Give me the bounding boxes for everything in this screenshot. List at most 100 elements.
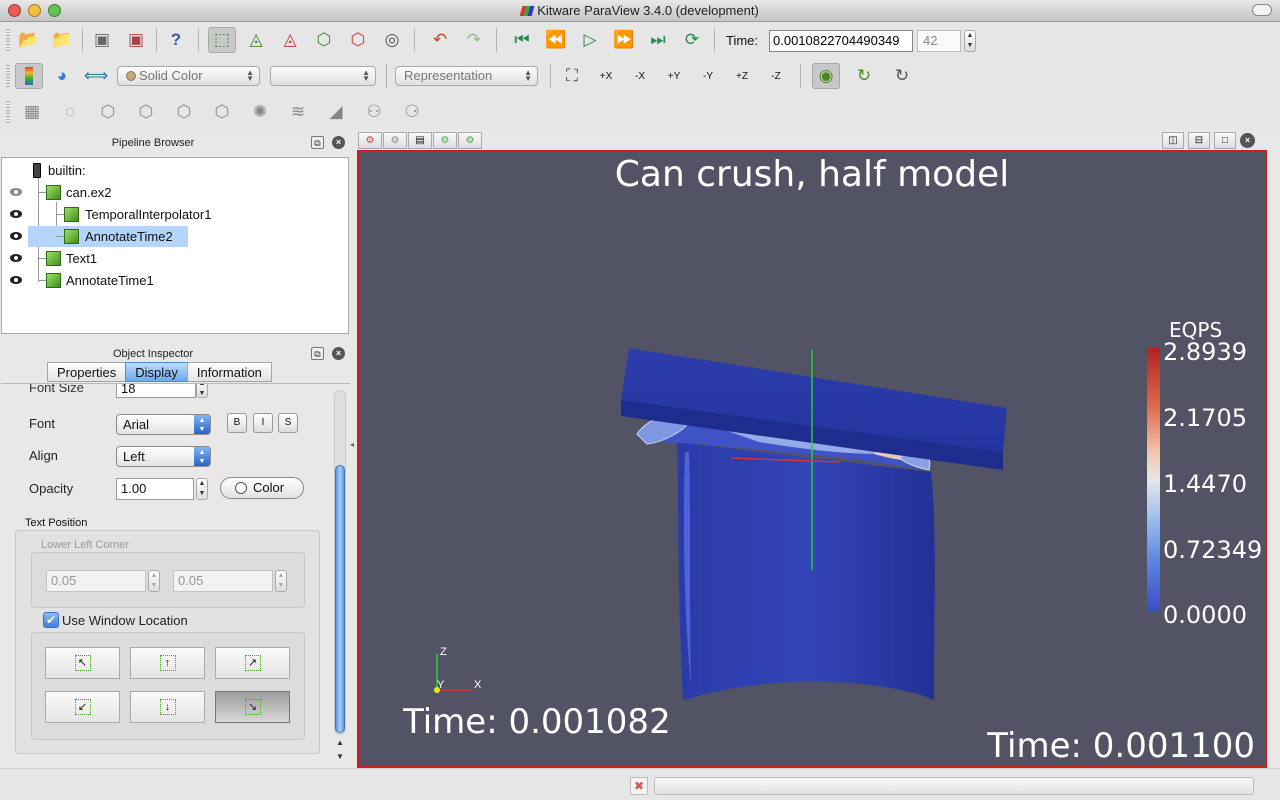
lower-left-x-stepper[interactable]: ▲ ▼	[148, 570, 160, 592]
font-size-input[interactable]: 18	[116, 384, 196, 398]
view-camera-button[interactable]: ⚙	[358, 132, 382, 149]
undo-button[interactable]: ↶	[426, 27, 454, 53]
scrollbar-thumb[interactable]	[335, 465, 345, 733]
view-lookmark-button[interactable]: ⚙	[383, 132, 407, 149]
select-block-button[interactable]: ◎	[378, 27, 406, 53]
view-settings-button[interactable]: ⚙	[433, 132, 457, 149]
location-lower-left-button[interactable]: ↙	[45, 691, 120, 723]
reset-camera-button[interactable]: ⛶	[558, 63, 586, 89]
location-upper-right-button[interactable]: ↗	[215, 647, 290, 679]
time-input[interactable]: 0.0010822704490349	[769, 30, 913, 52]
bold-button[interactable]: B	[227, 413, 247, 433]
calculator-filter-button[interactable]: ▦	[18, 99, 46, 125]
abort-button[interactable]: ✖	[630, 777, 648, 795]
inspector-close-button[interactable]: ×	[332, 347, 345, 360]
toolbar-grip[interactable]	[6, 29, 10, 51]
select-cells-button[interactable]: ◬	[242, 27, 270, 53]
visibility-eye-icon[interactable]	[10, 276, 22, 284]
scroll-up-icon[interactable]: ▲	[336, 738, 344, 747]
italic-button[interactable]: I	[253, 413, 273, 433]
location-lower-center-button[interactable]: ↓	[130, 691, 205, 723]
lower-left-y-stepper[interactable]: ▲ ▼	[275, 570, 287, 592]
split-horizontal-button[interactable]: ◫	[1162, 132, 1184, 149]
opacity-input[interactable]: 1.00	[116, 478, 194, 500]
disconnect-button[interactable]: ▣	[122, 27, 150, 53]
opacity-stepper[interactable]: ▲ ▼	[196, 478, 208, 500]
pipeline-item-builtin[interactable]: builtin:	[2, 160, 348, 181]
contour-filter-button[interactable]: ◌	[56, 99, 84, 125]
open-file-button[interactable]: 📂	[15, 27, 43, 53]
toggle-color-legend-button[interactable]	[15, 63, 43, 89]
lower-left-x-input[interactable]: 0.05	[46, 570, 146, 592]
play-button[interactable]: ▷	[576, 27, 604, 53]
visibility-eye-icon[interactable]	[10, 254, 22, 262]
scroll-arrows[interactable]: ▲ ▼	[333, 736, 347, 764]
connect-button[interactable]: ▣	[88, 27, 116, 53]
help-button[interactable]: ?	[162, 27, 190, 53]
render-view[interactable]: Can crush, half model EQPS 2.8939 2.1705…	[357, 150, 1267, 768]
view-plus-z-button[interactable]: +Z	[728, 63, 756, 89]
toolbar-grip[interactable]	[6, 101, 10, 123]
location-upper-left-button[interactable]: ↖	[45, 647, 120, 679]
font-select[interactable]: Arial ▲ ▼	[116, 414, 211, 435]
glyph-filter-button[interactable]: ✺	[246, 99, 274, 125]
previous-frame-button[interactable]: ⏪	[542, 27, 570, 53]
pipeline-close-button[interactable]: ×	[332, 136, 345, 149]
tab-properties[interactable]: Properties	[47, 362, 127, 382]
group-datasets-filter-button[interactable]: ⚇	[360, 99, 388, 125]
inspector-scrollbar[interactable]: ▲ ▼	[333, 390, 347, 765]
threshold-filter-button[interactable]: ⬡	[170, 99, 198, 125]
slice-filter-button[interactable]: ⬡	[132, 99, 160, 125]
view-minus-y-button[interactable]: -Y	[694, 63, 722, 89]
font-size-stepper[interactable]: ▲ ▼	[196, 384, 208, 398]
frame-index-stepper[interactable]: ▲ ▼	[964, 30, 976, 52]
extract-subset-filter-button[interactable]: ⬡	[208, 99, 236, 125]
view-screenshot-button[interactable]: ⚙	[458, 132, 482, 149]
color-by-combo[interactable]: Solid Color ▲ ▼	[117, 66, 260, 86]
view-plus-y-button[interactable]: +Y	[660, 63, 688, 89]
location-lower-right-button[interactable]: ↘	[215, 691, 290, 723]
use-window-location-checkbox[interactable]: ✔	[43, 612, 59, 628]
last-frame-button[interactable]: ⏭	[644, 27, 672, 53]
view-plus-x-button[interactable]: +X	[592, 63, 620, 89]
visibility-eye-icon[interactable]	[10, 232, 22, 240]
align-select[interactable]: Left ▲ ▼	[116, 446, 211, 467]
pick-center-button[interactable]: ↻	[888, 63, 916, 89]
select-frustum-points-button[interactable]: ⬡	[344, 27, 372, 53]
rescale-range-button[interactable]: ⟺	[82, 63, 110, 89]
tab-information[interactable]: Information	[186, 362, 272, 382]
toolbar-toggle-button[interactable]	[1252, 4, 1272, 16]
location-upper-center-button[interactable]: ↑	[130, 647, 205, 679]
extract-level-filter-button[interactable]: ⚆	[398, 99, 426, 125]
shadow-button[interactable]: S	[278, 413, 298, 433]
select-frustum-cells-button[interactable]: ⬡	[310, 27, 338, 53]
inspector-float-button[interactable]: ⧉	[311, 347, 324, 360]
show-center-button[interactable]: ◉	[812, 63, 840, 89]
first-frame-button[interactable]: ⏮	[508, 27, 536, 53]
warp-vector-filter-button[interactable]: ◢	[322, 99, 350, 125]
save-data-button[interactable]: 📁	[48, 27, 76, 53]
view-minus-x-button[interactable]: -X	[626, 63, 654, 89]
loop-button[interactable]: ⟳	[678, 27, 706, 53]
text-color-button[interactable]: Color	[220, 477, 304, 499]
component-combo[interactable]: ▲ ▼	[270, 66, 376, 86]
scroll-down-icon[interactable]: ▼	[336, 752, 344, 761]
close-view-button[interactable]: ×	[1240, 133, 1255, 148]
tab-display[interactable]: Display	[125, 362, 188, 382]
edit-color-map-button[interactable]: ◕	[48, 63, 76, 89]
pipeline-item-temporal-interpolator[interactable]: TemporalInterpolator1	[2, 204, 348, 225]
pipeline-item-annotate-time1[interactable]: AnnotateTime1	[2, 270, 348, 291]
split-vertical-button[interactable]: ⊟	[1188, 132, 1210, 149]
interact-mode-button[interactable]: ⬚	[208, 27, 236, 53]
pipeline-item-can-ex2[interactable]: can.ex2	[2, 182, 348, 203]
pipeline-item-annotate-time2[interactable]: AnnotateTime2	[2, 226, 348, 247]
next-frame-button[interactable]: ⏩	[610, 27, 638, 53]
toolbar-grip[interactable]	[6, 65, 10, 87]
select-points-button[interactable]: ◬	[276, 27, 304, 53]
view-spreadsheet-button[interactable]: ▤	[408, 132, 432, 149]
clip-filter-button[interactable]: ⬡	[94, 99, 122, 125]
stream-tracer-filter-button[interactable]: ≋	[284, 99, 312, 125]
visibility-eye-icon[interactable]	[10, 210, 22, 218]
lower-left-y-input[interactable]: 0.05	[173, 570, 273, 592]
splitter-handle[interactable]: ◂	[350, 440, 355, 460]
